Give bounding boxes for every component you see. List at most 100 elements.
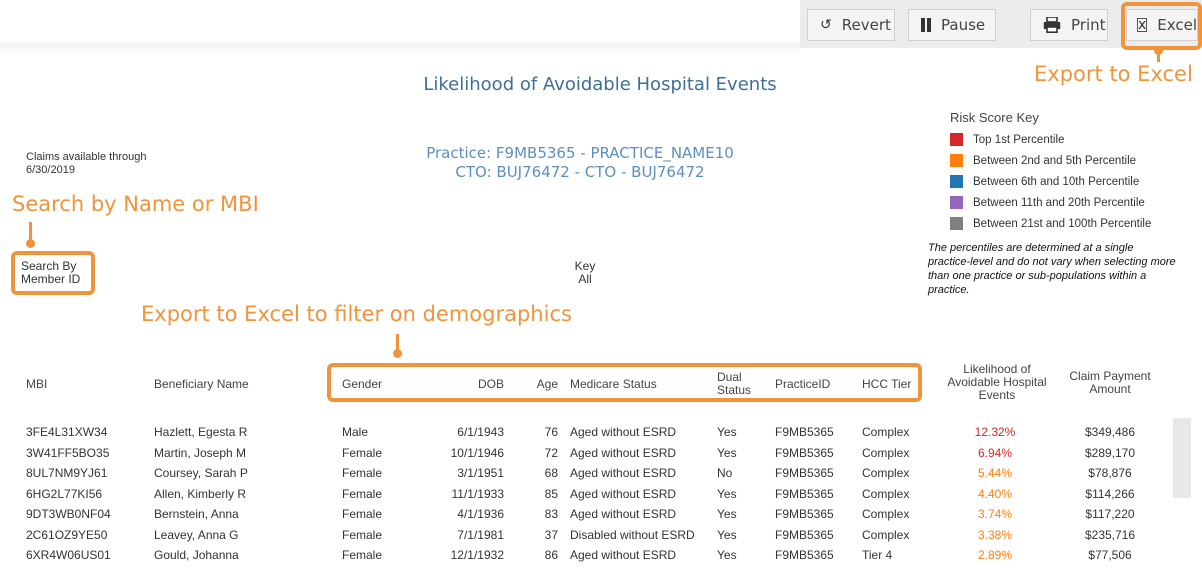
cell-mbi: 2C61OZ9YE50 [26, 527, 108, 542]
risk-key-item: Between 21st and 100th Percentile [950, 213, 1151, 234]
cell-dual: Yes [717, 486, 737, 501]
claims-label: Claims available through [26, 151, 147, 163]
cell-practice: F9MB5365 [775, 486, 834, 501]
pause-icon [921, 18, 931, 32]
cell-dual: Yes [717, 425, 737, 439]
cell-dual: Yes [717, 548, 737, 562]
cell-claim: $77,506 [1088, 548, 1132, 562]
cell-hcc: Complex [862, 507, 910, 521]
pause-label: Pause [941, 16, 986, 34]
cell-likelihood: 2.89% [977, 548, 1013, 562]
cell-dual: Yes [717, 527, 737, 542]
cell-name: Hazlett, Egesta R [154, 425, 248, 439]
risk-key-label: Between 11th and 20th Percentile [973, 196, 1145, 209]
cell-medicare: Aged without ESRD [570, 507, 677, 521]
cell-practice: F9MB5365 [775, 425, 834, 439]
risk-key-label: Between 21st and 100th Percentile [973, 217, 1152, 230]
pause-button[interactable]: Pause [908, 9, 996, 41]
revert-button[interactable]: ↺ Revert [807, 9, 895, 41]
cell-dual: Yes [717, 507, 737, 521]
risk-key-label: Top 1st Percentile [973, 133, 1065, 146]
callout-dot [26, 239, 35, 248]
claims-available: Claims available through 6/30/2019 [26, 151, 146, 177]
cell-age: 85 [544, 486, 558, 501]
percentile-note: The percentiles are determined at a sing… [928, 242, 1176, 296]
cell-dob: 3/1/1951 [457, 466, 504, 480]
key-value[interactable]: All [560, 273, 610, 286]
cell-medicare: Aged without ESRD [570, 445, 677, 460]
export-excel-callout: Export to Excel [1034, 62, 1193, 86]
report-title: Likelihood of Avoidable Hospital Events [423, 74, 777, 95]
cell-age: 37 [544, 527, 558, 542]
cell-age: 68 [544, 466, 558, 480]
risk-score-key: Risk Score Key Top 1st Percentile Between… [950, 110, 1151, 234]
risk-color-swatch [950, 217, 963, 230]
cell-gender: Female [342, 507, 383, 521]
cell-gender: Female [342, 466, 383, 480]
cell-hcc: Complex [862, 445, 910, 460]
cell-dual: No [717, 466, 733, 480]
divider [0, 40, 800, 54]
risk-key-item: Between 2nd and 5th Percentile [950, 150, 1151, 171]
revert-label: Revert [841, 16, 891, 34]
header-beneficiary-name[interactable]: Beneficiary Name [154, 377, 249, 391]
cell-likelihood: 3.74% [977, 507, 1013, 521]
risk-key-item: Between 11th and 20th Percentile [950, 192, 1151, 213]
callout-dot [393, 349, 402, 358]
cell-claim: $114,266 [1085, 486, 1135, 501]
cell-practice: F9MB5365 [775, 527, 834, 542]
key-filter[interactable]: Key All [560, 260, 610, 286]
cell-practice: F9MB5365 [775, 445, 834, 460]
cell-dob: 10/1/1946 [450, 445, 504, 460]
risk-color-swatch [950, 196, 963, 209]
cto-line: CTO: BUJ76472 - CTO - BUJ76472 [455, 163, 705, 181]
print-button[interactable]: Print [1030, 9, 1108, 41]
header-gender[interactable]: Gender [342, 377, 382, 391]
cell-gender: Female [342, 527, 383, 542]
practice-line: Practice: F9MB5365 - PRACTICE_NAME10 [426, 144, 734, 162]
cell-practice: F9MB5365 [775, 466, 834, 480]
cell-dob: 6/1/1943 [457, 425, 504, 439]
cell-hcc: Complex [862, 425, 910, 439]
cell-name: Allen, Kimberly R [154, 486, 247, 501]
header-medicare-status[interactable]: Medicare Status [570, 377, 657, 391]
table-scrollbar[interactable] [1173, 418, 1191, 498]
callout-line [1157, 50, 1160, 62]
cell-medicare: Aged without ESRD [570, 466, 677, 480]
cell-gender: Female [342, 445, 383, 460]
header-dual-status[interactable]: Dual Status [717, 371, 757, 397]
cell-mbi: 6HG2L77KI56 [26, 486, 103, 501]
cell-hcc: Complex [862, 466, 910, 480]
header-age[interactable]: Age [530, 377, 558, 391]
print-label: Print [1071, 16, 1106, 34]
cell-age: 72 [544, 445, 558, 460]
cell-name: Bernstein, Anna [154, 507, 239, 521]
printer-icon [1043, 17, 1061, 33]
search-by-filter[interactable]: Search By Member ID [21, 260, 80, 286]
header-mbi[interactable]: MBI [26, 377, 47, 391]
cell-dual: Yes [717, 445, 737, 460]
cell-gender: Male [342, 425, 369, 439]
risk-key-label: Between 2nd and 5th Percentile [973, 154, 1137, 167]
header-hcc-tier[interactable]: HCC Tier [862, 377, 911, 391]
cell-practice: F9MB5365 [775, 507, 834, 521]
header-claim-payment[interactable]: Claim Payment Amount [1066, 370, 1154, 396]
risk-color-swatch [950, 175, 963, 188]
header-practice-id[interactable]: PracticeID [775, 377, 830, 391]
cell-likelihood: 3.38% [977, 527, 1013, 542]
cell-mbi: 3FE4L31XW34 [26, 425, 108, 439]
header-dob[interactable]: DOB [440, 377, 504, 391]
cell-medicare: Aged without ESRD [570, 486, 677, 501]
risk-color-swatch [950, 133, 963, 146]
cell-gender: Female [342, 486, 383, 501]
cell-claim: $235,716 [1084, 527, 1136, 542]
cell-medicare: Disabled without ESRD [570, 527, 695, 542]
demographics-callout: Export to Excel to filter on demographic… [141, 302, 572, 326]
cell-likelihood: 6.94% [977, 445, 1013, 460]
header-likelihood[interactable]: Likelihood of Avoidable Hospital Events [942, 363, 1052, 402]
search-by-value[interactable]: Member ID [21, 273, 80, 286]
cell-name: Leavey, Anna G [154, 527, 239, 542]
practice-info: Practice: F9MB5365 - PRACTICE_NAME10 CTO… [380, 144, 780, 182]
cell-age: 83 [544, 507, 558, 521]
cell-dob: 11/1/1933 [451, 486, 505, 501]
